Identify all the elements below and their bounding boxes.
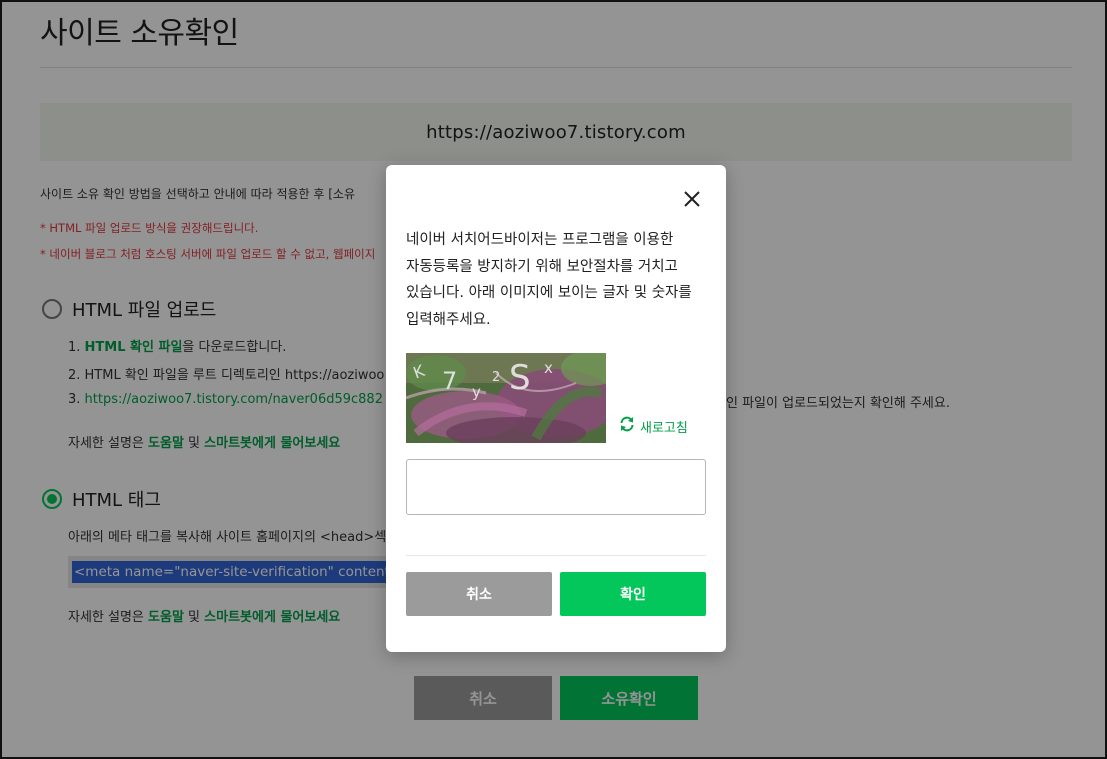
- browser-frame: 사이트 소유확인 https://aoziwoo7.tistory.com 사이…: [0, 0, 1107, 759]
- modal-cancel-button[interactable]: 취소: [406, 572, 552, 616]
- modal-divider: [406, 555, 706, 556]
- svg-text:x: x: [544, 359, 553, 377]
- svg-text:2: 2: [492, 370, 500, 385]
- modal-confirm-button[interactable]: 확인: [560, 572, 706, 616]
- refresh-icon: [618, 415, 636, 437]
- svg-text:7: 7: [442, 367, 457, 395]
- refresh-label: 새로고침: [640, 420, 688, 436]
- captcha-refresh-button[interactable]: 새로고침: [618, 415, 688, 437]
- captcha-message: 네이버 서치어드바이저는 프로그램을 이용한 자동등록을 방지하기 위해 보안절…: [406, 232, 692, 328]
- svg-text:y: y: [472, 383, 481, 401]
- captcha-input[interactable]: [406, 459, 706, 515]
- captcha-image: K 7 y 2 S x: [406, 353, 606, 443]
- close-icon[interactable]: [682, 189, 702, 209]
- svg-text:S: S: [509, 358, 531, 398]
- captcha-modal: 네이버 서치어드바이저는 프로그램을 이용한 자동등록을 방지하기 위해 보안절…: [386, 165, 726, 652]
